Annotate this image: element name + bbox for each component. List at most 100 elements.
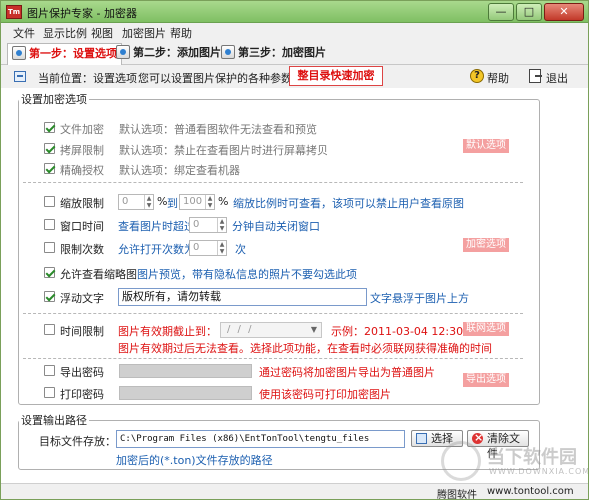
app-window: Tm 图片保护专家 - 加密器 — □ ✕ 文件 显示比例 视图 加密图片 帮助… xyxy=(0,0,589,500)
title-bar: Tm 图片保护专家 - 加密器 — □ ✕ xyxy=(1,1,588,23)
encrypt-options-badge: 加密选项 xyxy=(463,238,509,252)
precise-auth-label: 精确授权 xyxy=(60,164,104,177)
precise-auth-hint: 默认选项：绑定查看机器 xyxy=(119,164,240,177)
screen-capture-checkbox[interactable] xyxy=(44,143,55,154)
option-export-password: 导出密码 通过密码将加密图片导出为普通图片 xyxy=(44,363,464,379)
floating-text-checkbox[interactable] xyxy=(44,291,55,302)
help-button[interactable]: 帮助 xyxy=(487,70,509,86)
time-limit-example: 示例：2011-03-04 12:30:00 xyxy=(331,325,481,338)
file-encrypt-checkbox[interactable] xyxy=(44,122,55,133)
option-print-password: 打印密码 使用该密码可打印加密图片 xyxy=(44,385,464,401)
menu-zoom-ratio[interactable]: 显示比例 xyxy=(43,25,87,41)
print-password-checkbox[interactable] xyxy=(44,387,55,398)
menu-file[interactable]: 文件 xyxy=(13,25,35,41)
window-time-label: 窗口时间 xyxy=(60,220,104,233)
time-limit-note-row: 图片有效期过后无法查看。选择此项功能，在查看时必须联网获得准确的时间 xyxy=(118,339,528,355)
file-encrypt-hint: 默认选项：普通看图软件无法查看和预览 xyxy=(119,123,317,136)
open-limit-stepper[interactable]: 0 ▲ ▼ xyxy=(189,240,227,256)
option-thumbnail: 允许查看缩略图 图片预览，带有隐私信息的照片不要勾选此项 xyxy=(44,265,464,281)
export-password-label: 导出密码 xyxy=(60,366,104,379)
export-password-hint: 通过密码将加密图片导出为普通图片 xyxy=(259,366,435,379)
site-watermark: 当下软件园 WWW.DOWNXIA.COM xyxy=(441,441,589,486)
encrypt-icon xyxy=(221,45,235,59)
tab-step-2[interactable]: 第二步：添加图片 xyxy=(112,43,225,65)
network-options-badge: 联网选项 xyxy=(463,322,509,336)
file-encrypt-label: 文件加密 xyxy=(60,123,104,136)
watermark-url: WWW.DOWNXIA.COM xyxy=(489,467,589,476)
thumbnail-label: 允许查看缩略图 xyxy=(60,268,137,281)
divider xyxy=(23,358,523,359)
tab-step-3-label: 第三步：加密图片 xyxy=(238,46,326,59)
screen-capture-hint: 默认选项：禁止在查看图片时进行屏幕拷贝 xyxy=(119,144,328,157)
option-screen-capture: 拷屏限制 默认选项：禁止在查看图片时进行屏幕拷贝 xyxy=(44,141,464,157)
expiry-date-picker[interactable]: / / / ▼ xyxy=(220,322,322,338)
menu-help[interactable]: 帮助 xyxy=(170,25,192,41)
options-legend: 设置加密选项 xyxy=(21,93,87,106)
main-content: 设置加密选项 文件加密 默认选项：普通看图软件无法查看和预览 拷屏限制 默认选项… xyxy=(1,88,588,483)
open-limit-suffix: 次 xyxy=(235,243,246,256)
menu-encrypt-image[interactable]: 加密图片 xyxy=(122,25,166,41)
status-url[interactable]: www.tontool.com xyxy=(487,486,574,497)
settings-icon xyxy=(12,46,26,60)
app-logo-icon: Tm xyxy=(6,5,22,19)
folder-icon xyxy=(416,433,427,444)
floating-text-input[interactable]: 版权所有，请勿转载 xyxy=(118,288,367,306)
exit-icon[interactable] xyxy=(529,69,542,83)
export-password-field[interactable] xyxy=(119,364,252,378)
output-path-input[interactable]: C:\Program Files (x86)\EntTonTool\tengtu… xyxy=(116,430,405,448)
zoom-to-label: 到 xyxy=(167,197,178,210)
help-icon[interactable]: ? xyxy=(470,69,484,83)
export-password-checkbox[interactable] xyxy=(44,365,55,376)
zoom-max-stepper[interactable]: 100 ▲ ▼ xyxy=(179,194,215,210)
close-button[interactable]: ✕ xyxy=(544,3,584,21)
step-tabs: 第一步：设置选项 第二步：添加图片 第三步：加密图片 xyxy=(1,41,588,65)
zoom-min-stepper[interactable]: 0 ▲ ▼ xyxy=(118,194,154,210)
minimize-button[interactable]: — xyxy=(488,3,514,21)
window-time-checkbox[interactable] xyxy=(44,219,55,230)
divider xyxy=(23,182,523,183)
window-time-suffix: 分钟自动关闭窗口 xyxy=(232,220,320,233)
watermark-text: 当下软件园 xyxy=(487,447,577,468)
position-description: 您可以设置图片保护的各种参数 xyxy=(138,72,292,85)
location-icon xyxy=(14,71,26,82)
open-limit-label: 限制次数 xyxy=(60,243,104,256)
tab-step-1[interactable]: 第一步：设置选项 xyxy=(7,43,122,65)
screen-capture-label: 拷屏限制 xyxy=(60,144,104,157)
zoom-limit-checkbox[interactable] xyxy=(44,196,55,207)
catalog-encrypt-button[interactable]: 整目录快速加密 xyxy=(289,66,383,86)
zoom-limit-label: 缩放限制 xyxy=(60,197,104,210)
toolbar: 当前位置：设置选项 您可以设置图片保护的各种参数 整目录快速加密 ? 帮助 退出 xyxy=(1,66,588,88)
output-label: 目标文件存放： xyxy=(39,435,116,448)
maximize-button[interactable]: □ xyxy=(516,3,542,21)
status-vendor: 腾图软件 xyxy=(437,490,477,500)
tab-step-3[interactable]: 第三步：加密图片 xyxy=(217,43,330,65)
window-time-prefix: 查看图片时超过 xyxy=(118,220,195,233)
open-limit-prefix: 允许打开次数为 xyxy=(118,243,195,256)
precise-auth-checkbox[interactable] xyxy=(44,163,55,174)
time-limit-checkbox[interactable] xyxy=(44,324,55,335)
window-time-stepper[interactable]: 0 ▲ ▼ xyxy=(189,217,227,233)
menu-view[interactable]: 视图 xyxy=(91,25,113,41)
status-bar: 腾图软件 www.tontool.com xyxy=(1,483,588,499)
zoom-limit-hint: 缩放比例时可查看，该项可以禁止用户查看原图 xyxy=(233,197,464,210)
exit-button[interactable]: 退出 xyxy=(546,70,568,86)
current-position: 当前位置：设置选项 xyxy=(38,72,137,85)
window-title: 图片保护专家 - 加密器 xyxy=(27,7,137,20)
print-password-field[interactable] xyxy=(119,386,252,400)
export-options-badge: 导出选项 xyxy=(463,373,509,387)
time-limit-label: 时间限制 xyxy=(60,325,104,338)
print-password-hint: 使用该密码可打印加密图片 xyxy=(259,388,391,401)
option-floating-text: 浮动文字 版权所有，请勿转载 文字悬浮于图片上方 xyxy=(44,288,524,307)
watermark-logo-icon xyxy=(441,441,481,481)
percent-label-2: % xyxy=(218,195,229,208)
option-file-encrypt: 文件加密 默认选项：普通看图软件无法查看和预览 xyxy=(44,120,464,136)
option-precise-auth: 精确授权 默认选项：绑定查看机器 xyxy=(44,161,464,177)
thumbnail-checkbox[interactable] xyxy=(44,267,55,278)
divider xyxy=(23,313,523,314)
time-limit-prefix: 图片有效期截止到： xyxy=(118,325,217,338)
open-limit-checkbox[interactable] xyxy=(44,242,55,253)
thumbnail-hint: 图片预览，带有隐私信息的照片不要勾选此项 xyxy=(137,268,357,281)
option-open-limit: 限制次数 允许打开次数为 0 ▲ ▼ 次 xyxy=(44,240,464,256)
add-image-icon xyxy=(116,45,130,59)
option-zoom-limit: 缩放限制 0 ▲ ▼ % 到 100 ▲ ▼ % 缩放比例时可查看，该项可以禁止用户查看… xyxy=(44,194,524,210)
